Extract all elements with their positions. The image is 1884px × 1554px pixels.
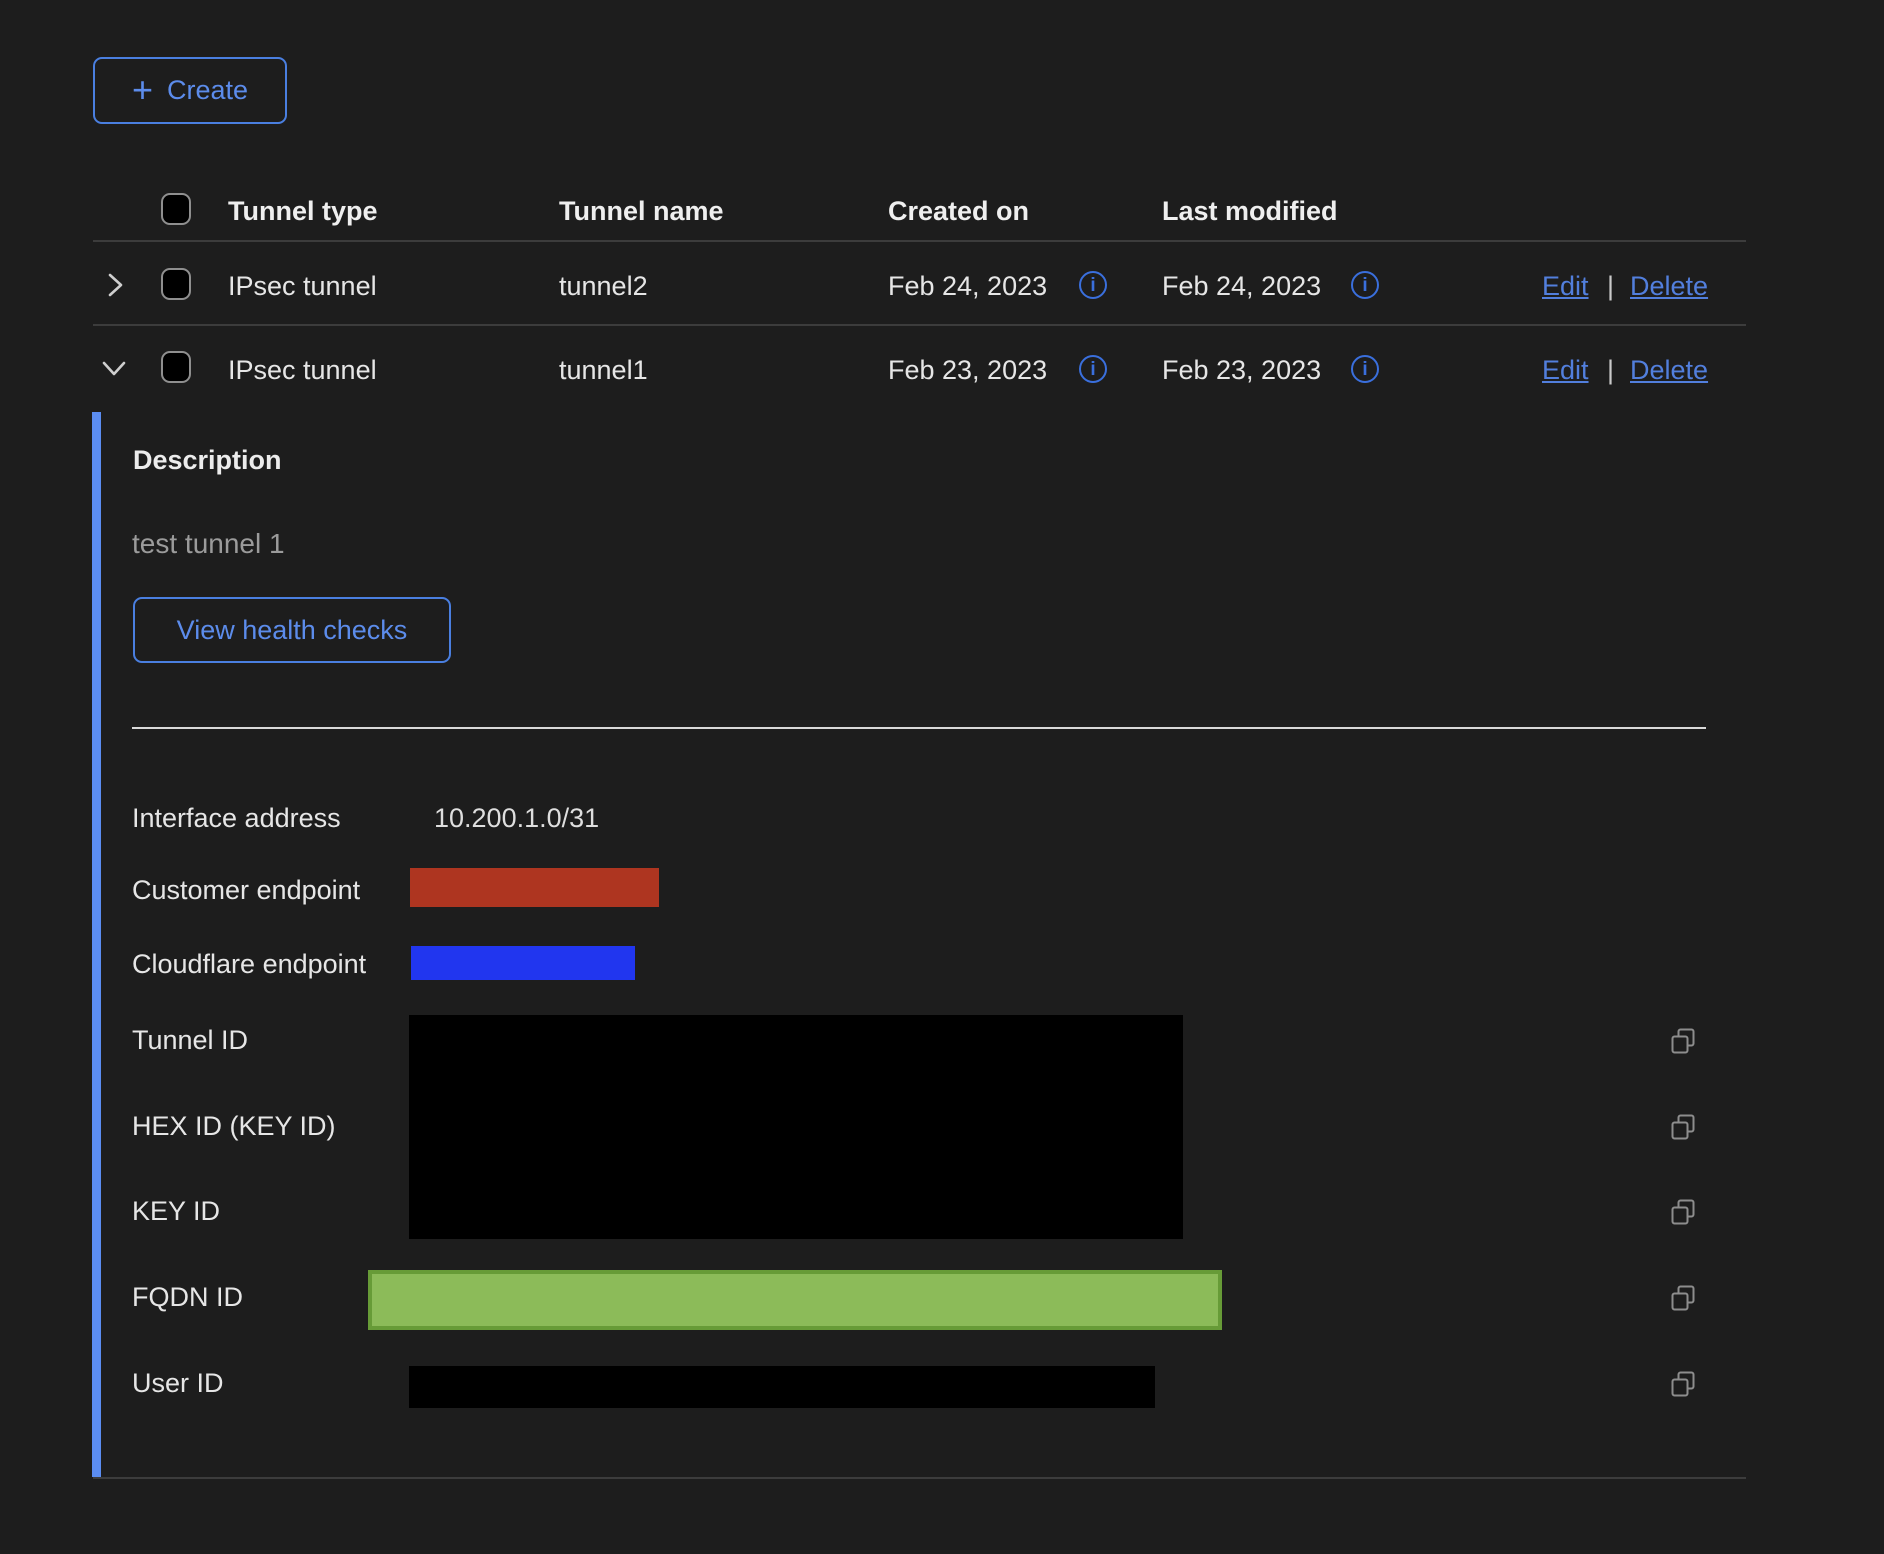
row-checkbox-tunnel2[interactable] <box>161 268 191 300</box>
row-checkbox-tunnel1[interactable] <box>161 351 191 383</box>
cell-tunnel-type: IPsec tunnel <box>228 272 377 300</box>
row-divider <box>93 324 1746 326</box>
customer-endpoint-label: Customer endpoint <box>132 876 360 904</box>
cloudflare-endpoint-label: Cloudflare endpoint <box>132 950 366 978</box>
edit-link-tunnel1[interactable]: Edit <box>1542 356 1589 384</box>
info-icon[interactable]: i <box>1351 271 1379 299</box>
cell-last-modified: Feb 23, 2023 <box>1162 356 1321 384</box>
column-header-created-on: Created on <box>888 197 1029 225</box>
chevron-right-icon[interactable] <box>103 271 127 304</box>
user-id-redacted-value <box>409 1366 1155 1408</box>
cell-created-on: Feb 23, 2023 <box>888 356 1047 384</box>
column-header-last-modified: Last modified <box>1162 197 1338 225</box>
chevron-down-icon[interactable] <box>100 356 128 385</box>
ipsec-tunnels-page: + Create Tunnel type Tunnel name Created… <box>0 0 1884 1554</box>
actions-separator: | <box>1607 356 1614 384</box>
key-id-label: KEY ID <box>132 1197 220 1225</box>
cell-tunnel-name: tunnel1 <box>559 356 648 384</box>
column-header-tunnel-name: Tunnel name <box>559 197 724 225</box>
interface-address-label: Interface address <box>132 804 341 832</box>
hex-id-label: HEX ID (KEY ID) <box>132 1112 336 1140</box>
copy-icon[interactable] <box>1669 1026 1697 1061</box>
edit-link-tunnel2[interactable]: Edit <box>1542 272 1589 300</box>
actions-separator: | <box>1607 272 1614 300</box>
interface-address-value: 10.200.1.0/31 <box>434 804 599 832</box>
expanded-row-accent-bar <box>92 412 101 1477</box>
cloudflare-endpoint-redacted-value <box>411 946 635 980</box>
detail-divider <box>132 727 1706 729</box>
description-heading: Description <box>133 446 282 474</box>
cell-last-modified: Feb 24, 2023 <box>1162 272 1321 300</box>
copy-icon[interactable] <box>1669 1283 1697 1318</box>
copy-icon[interactable] <box>1669 1197 1697 1232</box>
tunnel-id-label: Tunnel ID <box>132 1026 248 1054</box>
create-button[interactable]: + Create <box>93 57 287 124</box>
copy-icon[interactable] <box>1669 1112 1697 1147</box>
fqdn-id-label: FQDN ID <box>132 1283 243 1311</box>
copy-icon[interactable] <box>1669 1369 1697 1404</box>
cell-tunnel-type: IPsec tunnel <box>228 356 377 384</box>
select-all-checkbox[interactable] <box>161 193 191 225</box>
fqdn-id-redacted-value <box>368 1270 1222 1330</box>
delete-link-tunnel1[interactable]: Delete <box>1630 356 1708 384</box>
cell-tunnel-name: tunnel2 <box>559 272 648 300</box>
customer-endpoint-redacted-value <box>410 868 659 907</box>
table-bottom-divider <box>93 1477 1746 1479</box>
ids-redacted-block <box>409 1015 1183 1239</box>
create-button-label: Create <box>167 75 248 106</box>
info-icon[interactable]: i <box>1079 271 1107 299</box>
info-icon[interactable]: i <box>1079 355 1107 383</box>
cell-created-on: Feb 24, 2023 <box>888 272 1047 300</box>
delete-link-tunnel2[interactable]: Delete <box>1630 272 1708 300</box>
column-header-tunnel-type: Tunnel type <box>228 197 378 225</box>
user-id-label: User ID <box>132 1369 224 1397</box>
view-health-checks-button[interactable]: View health checks <box>133 597 451 663</box>
view-health-checks-label: View health checks <box>177 615 408 646</box>
header-divider <box>93 240 1746 242</box>
info-icon[interactable]: i <box>1351 355 1379 383</box>
description-text: test tunnel 1 <box>132 530 285 558</box>
